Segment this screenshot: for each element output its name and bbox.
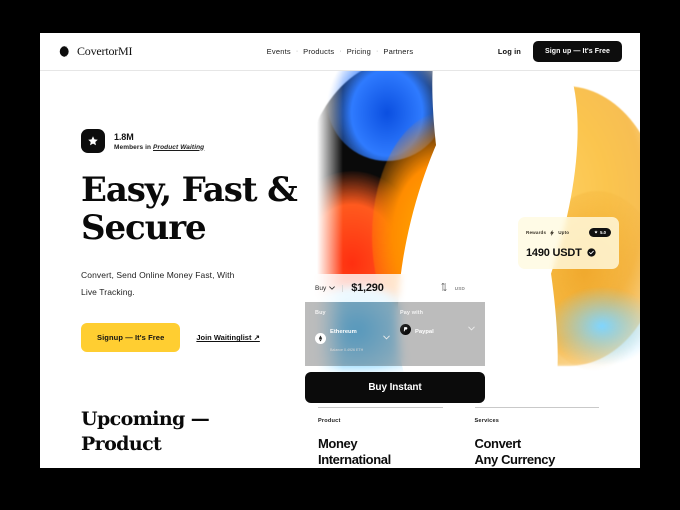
divider <box>318 407 443 408</box>
feature-card-product: Product Money International Now Send mon… <box>318 407 443 468</box>
login-link[interactable]: Log in <box>498 47 521 56</box>
swap-vertical-icon[interactable] <box>441 282 447 293</box>
nav-separator: · <box>295 48 299 55</box>
signup-cta-button[interactable]: Signup — It's Free <box>81 323 181 353</box>
hero-copy: 1.8M Members in Product Waiting Easy, Fa… <box>81 129 331 353</box>
currency-unit: USD <box>454 285 465 291</box>
buy-widget: Buy $1,290 USD Buy Ethereum Balance 0.49… <box>305 274 485 403</box>
divider <box>474 407 599 408</box>
feature-title: Convert Any Currency <box>475 436 600 468</box>
nav-link-pricing[interactable]: Pricing <box>347 47 371 56</box>
feature-title: Money International <box>318 436 443 468</box>
nav-actions: Log in Sign up — It's Free <box>498 41 622 62</box>
members-caption: Members in Product Waiting <box>114 143 205 151</box>
feature-eyebrow: Services <box>474 418 500 424</box>
members-badge: 1.8M Members in Product Waiting <box>81 129 331 153</box>
screenshot-frame: CovertorMI Events · Products · Pricing ·… <box>0 0 680 510</box>
pay-method-select[interactable]: Paypal <box>400 320 475 338</box>
rewards-amount-row: 1490 USDT <box>526 244 611 262</box>
join-waitinglist-link[interactable]: Join Waitinglist ↗ <box>196 333 260 342</box>
paypal-icon <box>400 323 411 335</box>
hero-section: 1.8M Members in Product Waiting Easy, Fa… <box>40 71 640 403</box>
hero-cta-row: Signup — It's Free Join Waitinglist ↗ <box>81 323 331 353</box>
subcopy-line-2: Live Tracking. <box>81 287 135 298</box>
buy-fields-panel: Buy Ethereum Balance 0.4926 ETH Pay with… <box>305 302 485 366</box>
hero-subcopy: Convert, Send Online Money Fast, With Li… <box>81 267 331 301</box>
headline-line-1: Easy, Fast & <box>81 170 298 210</box>
buy-instant-button[interactable]: Buy Instant <box>305 372 485 403</box>
nav-link-products[interactable]: Products <box>303 47 334 56</box>
rewards-card: Rewards Upto 5.0 1490 USDT <box>518 217 619 269</box>
buy-asset-field: Buy Ethereum Balance 0.4926 ETH <box>315 310 390 356</box>
nav-separator: · <box>376 48 379 55</box>
rewards-upto-label: Upto <box>558 229 570 235</box>
buy-asset-label: Buy <box>315 310 326 316</box>
verified-check-icon <box>587 244 596 262</box>
members-emphasis[interactable]: Product Waiting <box>153 144 204 151</box>
amount-input[interactable]: $1,290 <box>351 282 432 294</box>
rating-badge: 5.0 <box>589 227 611 237</box>
feature-eyebrow: Product <box>318 418 341 424</box>
buy-asset-balance: Balance 0.4926 ETH <box>330 348 364 352</box>
brand-name: CovertorMI <box>77 44 133 58</box>
feature-title-line-2: Any Currency <box>474 451 556 467</box>
pay-method-label: Pay with <box>400 310 424 316</box>
lightning-icon <box>550 223 555 241</box>
mode-select[interactable]: Buy <box>315 284 344 292</box>
subcopy-line-1: Convert, Send Online Money Fast, With <box>81 270 235 281</box>
nav-link-events[interactable]: Events <box>267 47 291 56</box>
feature-title-line-2: International <box>318 451 391 467</box>
rating-value: 5.0 <box>600 229 606 235</box>
feature-title-line-1: Money <box>318 436 358 451</box>
page-title: Easy, Fast & Secure <box>81 171 331 247</box>
pay-method-field: Pay with Paypal <box>400 310 475 356</box>
chevron-down-icon <box>329 286 336 290</box>
nav-links: Events · Products · Pricing · Partners <box>267 47 414 56</box>
signup-button[interactable]: Sign up — It's Free <box>532 41 622 62</box>
star-icon <box>81 129 105 153</box>
rewards-label: Rewards <box>526 229 547 235</box>
nav-separator: · <box>339 48 342 55</box>
pay-method-value: Paypal <box>415 329 434 335</box>
feature-title-line-1: Convert <box>474 436 522 451</box>
buy-asset-value: Ethereum <box>330 329 357 335</box>
section-title-line-2: Product <box>81 433 162 456</box>
section-title-line-1: Upcoming — <box>81 408 210 430</box>
ethereum-icon <box>315 332 326 344</box>
feature-card-services: Services Convert Any Currency Convert an… <box>474 407 600 468</box>
section-title: Upcoming — Product <box>81 407 286 468</box>
buy-asset-select[interactable]: Ethereum Balance 0.4926 ETH <box>315 320 390 356</box>
top-navbar: CovertorMI Events · Products · Pricing ·… <box>40 33 640 71</box>
rewards-amount: 1490 USDT <box>526 247 582 259</box>
star-icon <box>594 230 598 234</box>
nav-link-partners[interactable]: Partners <box>383 47 413 56</box>
chevron-down-icon[interactable] <box>383 335 390 342</box>
mode-select-label: Buy <box>315 284 327 292</box>
crescent-moon-icon <box>58 45 71 58</box>
headline-line-2: Secure <box>81 208 207 249</box>
amount-bar: Buy $1,290 USD <box>305 274 475 302</box>
rewards-card-header: Rewards Upto 5.0 <box>526 223 611 241</box>
members-count: 1.8M <box>114 131 134 142</box>
brand-logo[interactable]: CovertorMI <box>58 44 133 59</box>
webpage-canvas: CovertorMI Events · Products · Pricing ·… <box>40 33 640 468</box>
chevron-down-icon[interactable] <box>468 326 475 333</box>
